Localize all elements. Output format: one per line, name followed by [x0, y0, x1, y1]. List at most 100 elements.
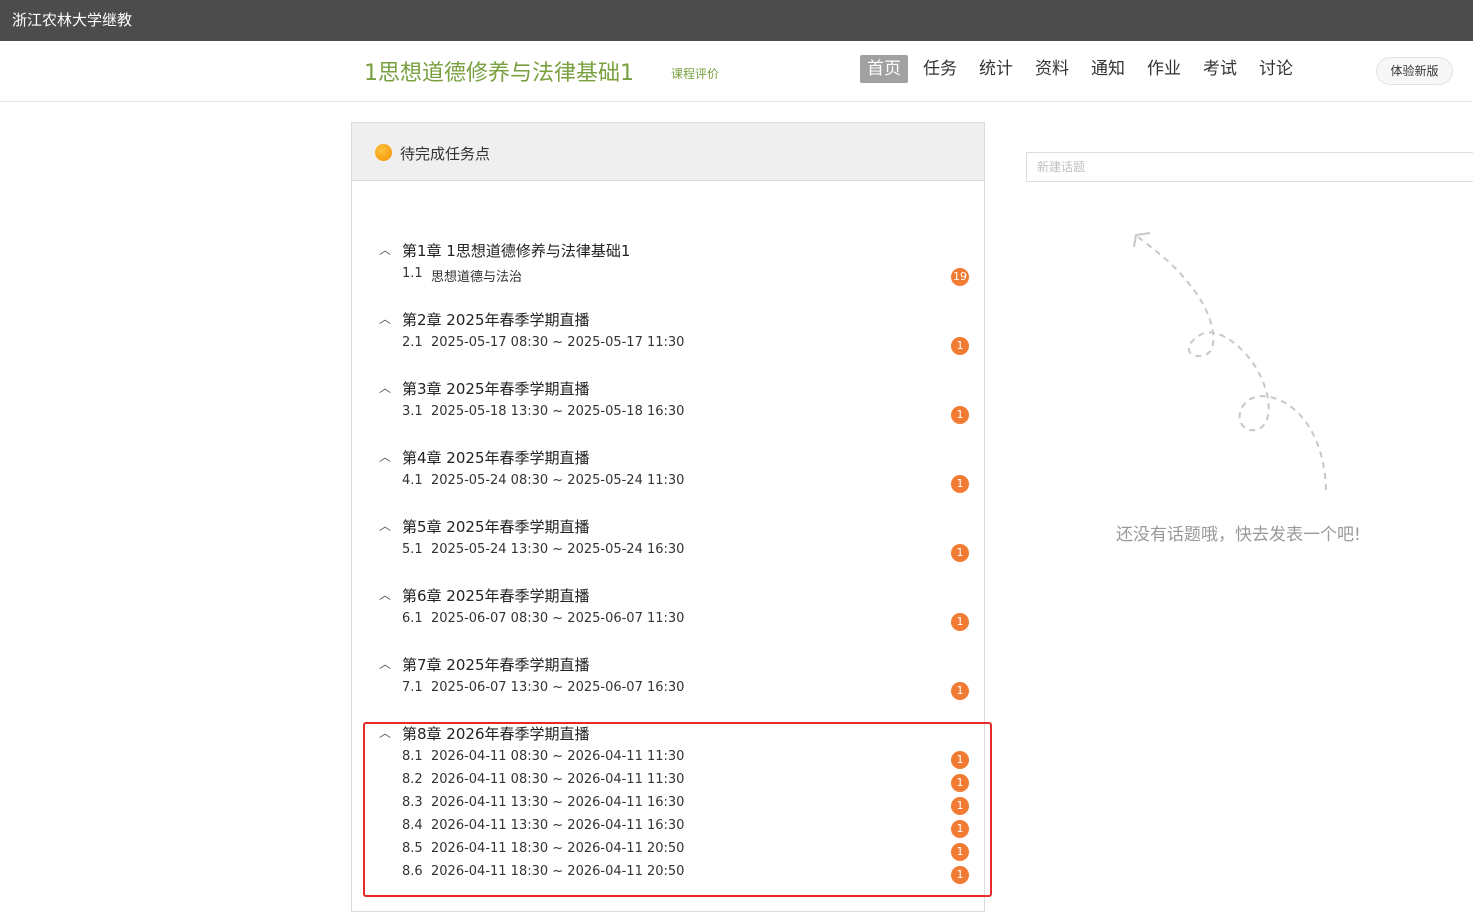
task-count-badge: 1 [951, 613, 969, 631]
task-title[interactable]: 2026-04-11 18:30 ~ 2026-04-11 20:50 [431, 841, 684, 856]
new-version-button[interactable]: 体验新版 [1376, 57, 1453, 85]
chapter-header: ︿ 第1章 1思想道德修养与法律基础1 [352, 240, 986, 266]
chapter-title: 第3章 2025年春季学期直播 [402, 380, 590, 398]
task-number: 8.2 [402, 772, 423, 787]
course-nav: 首页 任务 统计 资料 通知 作业 考试 讨论 [860, 55, 1308, 83]
task-count-badge: 1 [951, 544, 969, 562]
task-title[interactable]: 2026-04-11 08:30 ~ 2026-04-11 11:30 [431, 749, 684, 764]
task-number: 8.4 [402, 818, 423, 833]
task-count-badge: 1 [951, 751, 969, 769]
nav-homework[interactable]: 作业 [1140, 55, 1188, 83]
chapter-header: ︿ 第8章 2026年春季学期直播 [352, 723, 986, 749]
task-item[interactable]: 7.1 2025-06-07 13:30 ~ 2025-06-07 16:30 1 [352, 680, 986, 703]
chevron-up-icon[interactable]: ︿ [379, 517, 391, 534]
task-item[interactable]: 3.1 2025-05-18 13:30 ~ 2025-05-18 16:30 1 [352, 404, 986, 427]
chevron-up-icon[interactable]: ︿ [379, 448, 391, 465]
task-count-badge: 1 [951, 820, 969, 838]
nav-tasks[interactable]: 任务 [916, 55, 964, 83]
task-item[interactable]: 8.1 2026-04-11 08:30 ~ 2026-04-11 11:30 1 [352, 749, 986, 772]
task-item[interactable]: 8.6 2026-04-11 18:30 ~ 2026-04-11 20:50 1 [352, 864, 986, 887]
chapter-block: ︿ 第1章 1思想道德修养与法律基础1 1.1 思想道德与法治 19 [352, 240, 986, 289]
task-count-badge: 1 [951, 866, 969, 884]
chapter-block: ︿ 第8章 2026年春季学期直播 8.1 2026-04-11 08:30 ~ 20… [352, 723, 986, 887]
chapter-block: ︿ 第4章 2025年春季学期直播 4.1 2025-05-24 08:30 ~ 20… [352, 447, 986, 496]
task-title[interactable]: 思想道德与法治 [431, 266, 522, 285]
chapter-block: ︿ 第2章 2025年春季学期直播 2.1 2025-05-17 08:30 ~ 20… [352, 309, 986, 358]
chapter-list: ︿ 第1章 1思想道德修养与法律基础1 1.1 思想道德与法治 19 ︿ 第2章 2025年… [352, 240, 986, 907]
chapter-title: 第7章 2025年春季学期直播 [402, 656, 590, 674]
task-count-badge: 1 [951, 774, 969, 792]
task-item[interactable]: 8.2 2026-04-11 08:30 ~ 2026-04-11 11:30 1 [352, 772, 986, 795]
nav-materials[interactable]: 资料 [1028, 55, 1076, 83]
nav-stats[interactable]: 统计 [972, 55, 1020, 83]
chapter-header: ︿ 第5章 2025年春季学期直播 [352, 516, 986, 542]
task-number: 1.1 [402, 266, 423, 281]
chapter-title: 第6章 2025年春季学期直播 [402, 587, 590, 605]
task-number: 8.1 [402, 749, 423, 764]
chevron-up-icon[interactable]: ︿ [379, 724, 391, 741]
task-count-badge: 1 [951, 475, 969, 493]
chapter-header: ︿ 第3章 2025年春季学期直播 [352, 378, 986, 404]
pending-tasks-panel: 待完成任务点 ︿ 第1章 1思想道德修养与法律基础1 1.1 思想道德与法治 19 ︿ 第2… [351, 122, 985, 912]
top-bar: 浙江农林大学继教 [0, 0, 1473, 41]
task-count-badge: 1 [951, 337, 969, 355]
chapter-header: ︿ 第7章 2025年春季学期直播 [352, 654, 986, 680]
task-item[interactable]: 4.1 2025-05-24 08:30 ~ 2025-05-24 11:30 1 [352, 473, 986, 496]
task-title[interactable]: 2026-04-11 13:30 ~ 2026-04-11 16:30 [431, 818, 684, 833]
task-item[interactable]: 2.1 2025-05-17 08:30 ~ 2025-05-17 11:30 1 [352, 335, 986, 358]
course-title[interactable]: 1思想道德修养与法律基础1 [364, 55, 634, 87]
task-number: 5.1 [402, 542, 423, 557]
task-title[interactable]: 2025-05-17 08:30 ~ 2025-05-17 11:30 [431, 335, 684, 350]
chevron-up-icon[interactable]: ︿ [379, 310, 391, 327]
orange-dot-icon [375, 144, 392, 161]
task-title[interactable]: 2025-06-07 08:30 ~ 2025-06-07 11:30 [431, 611, 684, 626]
new-topic-input[interactable] [1026, 152, 1473, 182]
school-name: 浙江农林大学继教 [12, 11, 133, 29]
task-number: 3.1 [402, 404, 423, 419]
chapter-title: 第2章 2025年春季学期直播 [402, 311, 590, 329]
chapter-title: 第8章 2026年春季学期直播 [402, 725, 590, 743]
task-number: 7.1 [402, 680, 423, 695]
chapter-title: 第5章 2025年春季学期直播 [402, 518, 590, 536]
task-title[interactable]: 2025-05-18 13:30 ~ 2025-05-18 16:30 [431, 404, 684, 419]
task-count-badge: 19 [951, 268, 969, 286]
chapter-block: ︿ 第7章 2025年春季学期直播 7.1 2025-06-07 13:30 ~ 20… [352, 654, 986, 703]
chapter-header: ︿ 第6章 2025年春季学期直播 [352, 585, 986, 611]
task-title[interactable]: 2025-05-24 13:30 ~ 2025-05-24 16:30 [431, 542, 684, 557]
empty-discussion-text: 还没有话题哦，快去发表一个吧! [1116, 525, 1361, 545]
nav-exams[interactable]: 考试 [1196, 55, 1244, 83]
chapter-header: ︿ 第2章 2025年春季学期直播 [352, 309, 986, 335]
task-title[interactable]: 2026-04-11 08:30 ~ 2026-04-11 11:30 [431, 772, 684, 787]
dashed-arrow-icon [1133, 232, 1327, 491]
chapter-title: 第1章 1思想道德修养与法律基础1 [402, 242, 631, 260]
task-title[interactable]: 2026-04-11 18:30 ~ 2026-04-11 20:50 [431, 864, 684, 879]
chevron-up-icon[interactable]: ︿ [379, 241, 391, 258]
task-title[interactable]: 2026-04-11 13:30 ~ 2026-04-11 16:30 [431, 795, 684, 810]
task-number: 8.6 [402, 864, 423, 879]
nav-notices[interactable]: 通知 [1084, 55, 1132, 83]
nav-home[interactable]: 首页 [860, 55, 908, 83]
chevron-up-icon[interactable]: ︿ [379, 655, 391, 672]
chevron-up-icon[interactable]: ︿ [379, 586, 391, 603]
task-title[interactable]: 2025-05-24 08:30 ~ 2025-05-24 11:30 [431, 473, 684, 488]
course-eval-link[interactable]: 课程评价 [671, 65, 719, 82]
task-item[interactable]: 6.1 2025-06-07 08:30 ~ 2025-06-07 11:30 1 [352, 611, 986, 634]
task-number: 8.5 [402, 841, 423, 856]
task-number: 8.3 [402, 795, 423, 810]
chapter-header: ︿ 第4章 2025年春季学期直播 [352, 447, 986, 473]
task-count-badge: 1 [951, 406, 969, 424]
nav-discussion[interactable]: 讨论 [1252, 55, 1300, 83]
task-count-badge: 1 [951, 797, 969, 815]
task-item[interactable]: 8.4 2026-04-11 13:30 ~ 2026-04-11 16:30 1 [352, 818, 986, 841]
chapter-block: ︿ 第3章 2025年春季学期直播 3.1 2025-05-18 13:30 ~ 20… [352, 378, 986, 427]
task-item[interactable]: 8.5 2026-04-11 18:30 ~ 2026-04-11 20:50 1 [352, 841, 986, 864]
panel-title: 待完成任务点 [400, 145, 491, 163]
task-title[interactable]: 2025-06-07 13:30 ~ 2025-06-07 16:30 [431, 680, 684, 695]
chapter-block: ︿ 第6章 2025年春季学期直播 6.1 2025-06-07 08:30 ~ 20… [352, 585, 986, 634]
chevron-up-icon[interactable]: ︿ [379, 379, 391, 396]
task-count-badge: 1 [951, 682, 969, 700]
task-item[interactable]: 5.1 2025-05-24 13:30 ~ 2025-05-24 16:30 1 [352, 542, 986, 565]
task-item[interactable]: 8.3 2026-04-11 13:30 ~ 2026-04-11 16:30 1 [352, 795, 986, 818]
task-item[interactable]: 1.1 思想道德与法治 19 [352, 266, 986, 289]
chapter-block: ︿ 第5章 2025年春季学期直播 5.1 2025-05-24 13:30 ~ 20… [352, 516, 986, 565]
